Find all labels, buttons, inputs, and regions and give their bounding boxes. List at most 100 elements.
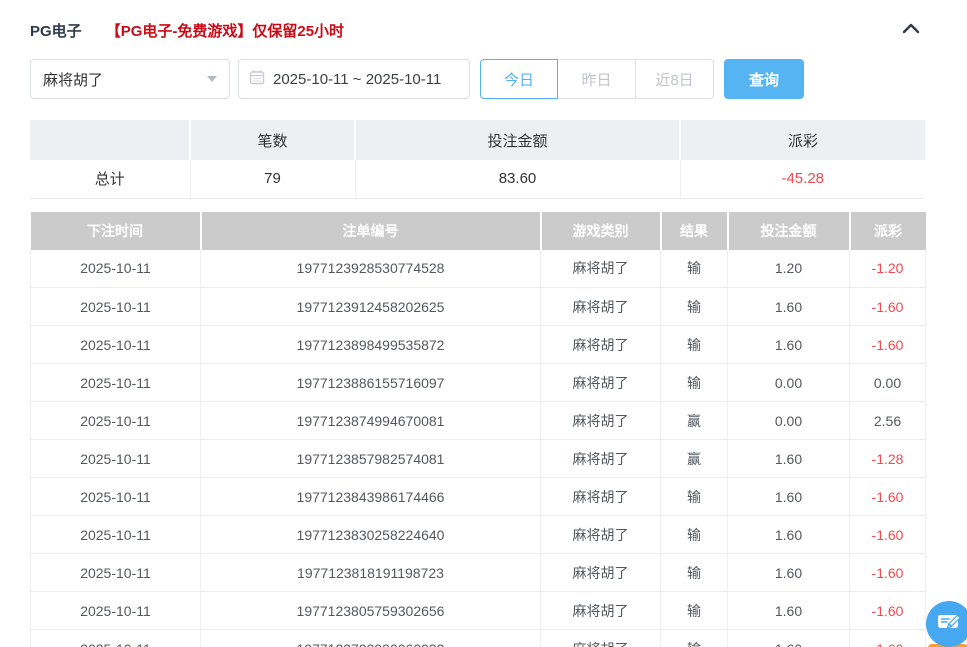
cell-payout: -1.20: [850, 250, 926, 288]
cell-bet-amount: 1.60: [728, 288, 850, 326]
records-header-row: 下注时间 注单编号 游戏类别 结果 投注金额 派彩: [31, 212, 926, 250]
cell-payout: -1.60: [850, 326, 926, 364]
table-row: 2025-10-11 1977123805759302656 麻将胡了 输 1.…: [31, 592, 926, 630]
cell-payout: 0.00: [850, 364, 926, 402]
cell-bet-amount: 1.60: [728, 516, 850, 554]
col-header-bet-amount: 投注金额: [728, 212, 850, 250]
summary-header-count: 笔数: [190, 120, 355, 160]
filter-bar: 麻将胡了 2025-10-11 ~ 2025-10-11 今日 昨日 近8日 查…: [30, 59, 925, 99]
cell-payout: -1.28: [850, 440, 926, 478]
caret-down-icon: [207, 76, 217, 82]
cell-bet-amount: 1.60: [728, 440, 850, 478]
cell-result: 输: [661, 630, 728, 647]
cell-result: 输: [661, 250, 728, 288]
summary-header-row: 笔数 投注金额 派彩: [30, 120, 925, 160]
cell-game-category: 麻将胡了: [541, 554, 661, 592]
cell-bet-amount: 1.60: [728, 592, 850, 630]
cell-bet-time: 2025-10-11: [31, 516, 201, 554]
table-row: 2025-10-11 1977123818191198723 麻将胡了 输 1.…: [31, 554, 926, 592]
summary-header-payout: 派彩: [680, 120, 925, 160]
table-row: 2025-10-11 1977123912458202625 麻将胡了 输 1.…: [31, 288, 926, 326]
cell-result: 输: [661, 554, 728, 592]
cell-order-number: 1977123793990060032: [201, 630, 541, 647]
collapse-panel-button[interactable]: [901, 21, 921, 40]
table-row: 2025-10-11 1977123886155716097 麻将胡了 输 0.…: [31, 364, 926, 402]
retention-notice: 【PG电子-免费游戏】仅保留25小时: [106, 20, 344, 41]
cell-game-category: 麻将胡了: [541, 288, 661, 326]
cell-payout: -1.60: [850, 516, 926, 554]
col-header-bet-time: 下注时间: [31, 212, 201, 250]
summary-table: 笔数 投注金额 派彩 总计 79 83.60 -45.28: [30, 120, 925, 199]
cell-bet-time: 2025-10-11: [31, 440, 201, 478]
table-row: 2025-10-11 1977123928530774528 麻将胡了 输 1.…: [31, 250, 926, 288]
cell-payout: -1.60: [850, 554, 926, 592]
cell-order-number: 1977123928530774528: [201, 250, 541, 288]
cell-result: 输: [661, 364, 728, 402]
cell-bet-amount: 1.60: [728, 554, 850, 592]
summary-total-row: 总计 79 83.60 -45.28: [30, 160, 925, 198]
cell-bet-amount: 1.60: [728, 326, 850, 364]
cell-game-category: 麻将胡了: [541, 516, 661, 554]
cell-payout: 2.56: [850, 402, 926, 440]
date-range-picker[interactable]: 2025-10-11 ~ 2025-10-11: [238, 59, 470, 99]
cell-payout: -1.60: [850, 288, 926, 326]
feedback-button[interactable]: [926, 601, 967, 647]
cell-order-number: 1977123912458202625: [201, 288, 541, 326]
query-button[interactable]: 查询: [724, 59, 804, 99]
cell-bet-time: 2025-10-11: [31, 250, 201, 288]
cell-bet-amount: 0.00: [728, 402, 850, 440]
records-table: 下注时间 注单编号 游戏类别 结果 投注金额 派彩 2025-10-11 197…: [30, 212, 926, 647]
cell-payout: -1.60: [850, 592, 926, 630]
col-header-result: 结果: [661, 212, 728, 250]
cell-result: 输: [661, 592, 728, 630]
table-row: 2025-10-11 1977123843986174466 麻将胡了 输 1.…: [31, 478, 926, 516]
cell-bet-amount: 1.20: [728, 250, 850, 288]
cell-result: 输: [661, 326, 728, 364]
table-row: 2025-10-11 1977123874994670081 麻将胡了 赢 0.…: [31, 402, 926, 440]
summary-header-blank: [30, 120, 190, 160]
cell-order-number: 1977123830258224640: [201, 516, 541, 554]
summary-total-payout: -45.28: [680, 160, 925, 198]
cell-order-number: 1977123857982574081: [201, 440, 541, 478]
date-range-value: 2025-10-11 ~ 2025-10-11: [273, 71, 441, 88]
table-row: 2025-10-11 1977123898499535872 麻将胡了 输 1.…: [31, 326, 926, 364]
panel-header: PG电子 【PG电子-免费游戏】仅保留25小时: [30, 18, 925, 42]
records-table-body: 2025-10-11 1977123928530774528 麻将胡了 输 1.…: [31, 250, 926, 647]
cell-bet-amount: 0.00: [728, 364, 850, 402]
col-header-payout: 派彩: [850, 212, 926, 250]
cell-result: 输: [661, 288, 728, 326]
table-row: 2025-10-11 1977123830258224640 麻将胡了 输 1.…: [31, 516, 926, 554]
page-title: PG电子: [30, 20, 82, 41]
yesterday-button[interactable]: 昨日: [558, 59, 636, 99]
quick-date-group: 今日 昨日 近8日: [480, 59, 714, 99]
cell-bet-time: 2025-10-11: [31, 592, 201, 630]
cell-bet-time: 2025-10-11: [31, 478, 201, 516]
cell-bet-time: 2025-10-11: [31, 326, 201, 364]
cell-order-number: 1977123898499535872: [201, 326, 541, 364]
cell-game-category: 麻将胡了: [541, 402, 661, 440]
cell-bet-time: 2025-10-11: [31, 288, 201, 326]
cell-result: 赢: [661, 440, 728, 478]
last-8-days-button[interactable]: 近8日: [636, 59, 714, 99]
cell-bet-amount: 1.60: [728, 478, 850, 516]
cell-payout: -1.60: [850, 630, 926, 647]
cell-order-number: 1977123818191198723: [201, 554, 541, 592]
col-header-order-number: 注单编号: [201, 212, 541, 250]
today-button[interactable]: 今日: [480, 59, 558, 99]
cell-result: 输: [661, 516, 728, 554]
cell-game-category: 麻将胡了: [541, 250, 661, 288]
cell-game-category: 麻将胡了: [541, 478, 661, 516]
cell-bet-time: 2025-10-11: [31, 554, 201, 592]
cell-result: 赢: [661, 402, 728, 440]
summary-total-label: 总计: [30, 160, 190, 198]
cell-order-number: 1977123843986174466: [201, 478, 541, 516]
table-row: 2025-10-11 1977123793990060032 麻将胡了 输 1.…: [31, 630, 926, 647]
pg-records-panel: PG电子 【PG电子-免费游戏】仅保留25小时 麻将胡了: [0, 0, 967, 647]
cell-order-number: 1977123805759302656: [201, 592, 541, 630]
cell-payout: -1.60: [850, 478, 926, 516]
summary-total-count: 79: [190, 160, 355, 198]
game-select[interactable]: 麻将胡了: [30, 59, 230, 99]
chevron-up-icon: [901, 21, 921, 40]
cell-bet-time: 2025-10-11: [31, 402, 201, 440]
cell-result: 输: [661, 478, 728, 516]
